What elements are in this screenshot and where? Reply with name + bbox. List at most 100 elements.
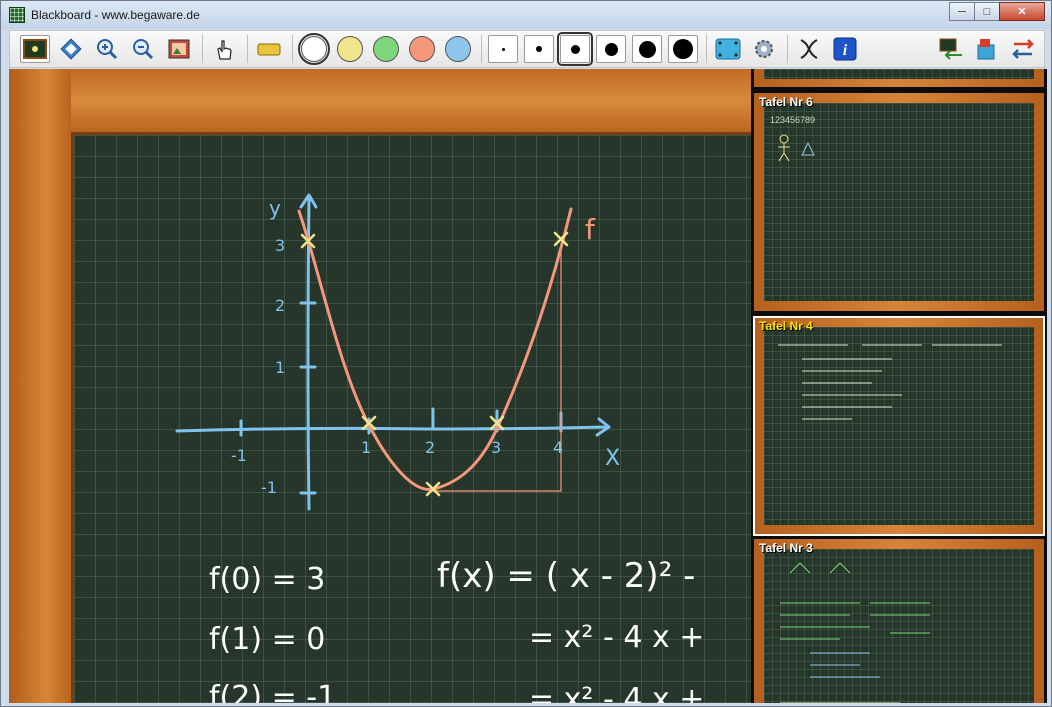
image-icon <box>168 39 190 59</box>
y-tick-label-1: 1 <box>275 358 285 377</box>
color-green-button[interactable] <box>371 35 401 63</box>
thumb-partial-board <box>764 69 1034 79</box>
swap-arrows-icon <box>1012 39 1034 59</box>
formula-left-2: f(1) = 0 <box>209 622 325 657</box>
minimize-button[interactable]: ─ <box>949 2 975 21</box>
hand-pointer-icon <box>217 40 232 60</box>
curves-icon <box>800 39 818 59</box>
info-icon: i <box>833 37 857 61</box>
color-swatch-blue <box>445 36 471 62</box>
eraser-diamond-icon <box>60 38 82 60</box>
fullscreen-icon <box>715 38 741 60</box>
pen-size-6-button[interactable] <box>668 35 698 63</box>
thumb-tafel-4[interactable]: Tafel Nr 4 <box>753 316 1045 536</box>
thumb-tafel-3[interactable]: Tafel Nr 3 <box>754 539 1044 703</box>
thumb-tafel-6-label: Tafel Nr 6 <box>759 95 813 109</box>
svg-text:i: i <box>843 42 848 59</box>
color-swatch-white <box>298 33 330 65</box>
new-board-button[interactable] <box>20 35 50 63</box>
color-yellow-button[interactable] <box>335 35 365 63</box>
x-tick-label-neg1: -1 <box>231 446 247 465</box>
thumb-tafel-3-label: Tafel Nr 3 <box>759 541 813 555</box>
board-thumbnail-panel[interactable]: 123456789 Tafel Nr 6 Tafel Nr 4 Tafel Nr… <box>751 69 1047 703</box>
formula-left-1: f(0) = 3 <box>209 562 325 597</box>
toolbar-separator <box>292 35 293 63</box>
pen-size-3-button[interactable] <box>557 32 593 66</box>
y-tick-label-3: 3 <box>275 236 285 255</box>
toolbar-separator <box>202 35 203 63</box>
pen-size-5-dot <box>638 40 656 58</box>
color-swatch-orange <box>409 36 435 62</box>
x-tick-label-1: 1 <box>361 438 371 457</box>
export-icon <box>977 39 995 60</box>
import-icon <box>939 38 962 60</box>
move-hand-button[interactable] <box>209 35 239 63</box>
title-bar: Blackboard - www.begaware.de ─ □ ✕ <box>1 1 1051 29</box>
pen-size-2-button[interactable] <box>524 35 554 63</box>
x-tick-label-2: 2 <box>425 438 435 457</box>
pen-size-1-button[interactable] <box>488 35 518 63</box>
toolbar-separator <box>481 35 482 63</box>
pen-size-2-dot <box>536 46 542 52</box>
swap-panel-button[interactable] <box>1008 35 1038 63</box>
import-board-button[interactable] <box>936 35 966 63</box>
color-swatch-green <box>373 36 399 62</box>
pen-size-3-dot <box>570 44 580 54</box>
thumb-partial-top[interactable] <box>754 69 1044 87</box>
gear-icon <box>755 40 773 58</box>
toolbar-separator <box>706 35 707 63</box>
function-label-f: f <box>585 213 596 246</box>
y-tick-label-2: 2 <box>275 296 285 315</box>
blackboard-app-icon <box>9 7 25 23</box>
blackboard-area[interactable]: y X -1 1 2 3 4 3 2 1 -1 f f(0) = 3 f(1) … <box>9 69 751 703</box>
maximize-button[interactable]: □ <box>974 2 1000 21</box>
thumb-tafel-6-board: 123456789 <box>764 103 1034 301</box>
curve-tool-button[interactable] <box>794 35 824 63</box>
color-blue-button[interactable] <box>443 35 473 63</box>
x-tick-label-3: 3 <box>491 438 501 457</box>
sponge-button[interactable] <box>254 35 284 63</box>
x-tick-label-4: 4 <box>553 438 563 457</box>
formula-right-1: f(x) = ( x - 2)² - <box>437 556 695 596</box>
board-drawing: y X -1 1 2 3 4 3 2 1 -1 f f(0) = 3 f(1) … <box>175 193 704 703</box>
color-swatch-yellow <box>337 36 363 62</box>
formula-right-2: = x² - 4 x + <box>529 620 704 655</box>
thumb-tafel-6-note: 123456789 <box>770 115 816 125</box>
zoom-in-button[interactable] <box>92 35 122 63</box>
thumb-tafel-6-sketch <box>778 134 815 162</box>
thumb-tafel-4-board <box>764 327 1034 525</box>
color-orange-button[interactable] <box>407 35 437 63</box>
info-button[interactable]: i <box>830 35 860 63</box>
toolbar-separator <box>247 35 248 63</box>
pen-size-5-button[interactable] <box>632 35 662 63</box>
y-tick-label-neg1: -1 <box>261 478 277 497</box>
pen-size-1-dot <box>501 47 505 51</box>
x-ticks <box>239 407 563 437</box>
thumb-tafel-4-label: Tafel Nr 4 <box>759 319 813 333</box>
thumb-tafel-3-sketch <box>780 562 930 703</box>
export-board-button[interactable] <box>972 35 1002 63</box>
zoom-out-button[interactable] <box>128 35 158 63</box>
insert-image-button[interactable] <box>164 35 194 63</box>
color-white-button[interactable] <box>298 33 330 65</box>
thumb-tafel-6[interactable]: 123456789 Tafel Nr 6 <box>754 93 1044 311</box>
pen-size-4-dot <box>604 42 618 56</box>
settings-button[interactable] <box>749 35 779 63</box>
sponge-icon <box>257 43 281 56</box>
eraser-board-button[interactable] <box>56 35 86 63</box>
thumb-tafel-4-sketch <box>778 344 1002 420</box>
close-button[interactable]: ✕ <box>999 2 1045 21</box>
window-title: Blackboard - www.begaware.de <box>31 8 200 22</box>
pen-size-4-button[interactable] <box>596 35 626 63</box>
y-axis-label: y <box>269 196 281 220</box>
zoom-out-icon <box>133 39 154 60</box>
pen-size-6-dot <box>673 39 693 59</box>
formula-right-3: = x² - 4 x + <box>529 682 704 703</box>
fullscreen-button[interactable] <box>713 35 743 63</box>
thumb-tafel-3-board <box>764 549 1034 703</box>
zoom-in-icon <box>97 39 118 60</box>
toolbar-separator <box>787 35 788 63</box>
new-board-icon <box>23 39 47 59</box>
formula-left-3: f(2) = -1 <box>209 680 336 703</box>
x-axis-label: X <box>605 446 620 471</box>
